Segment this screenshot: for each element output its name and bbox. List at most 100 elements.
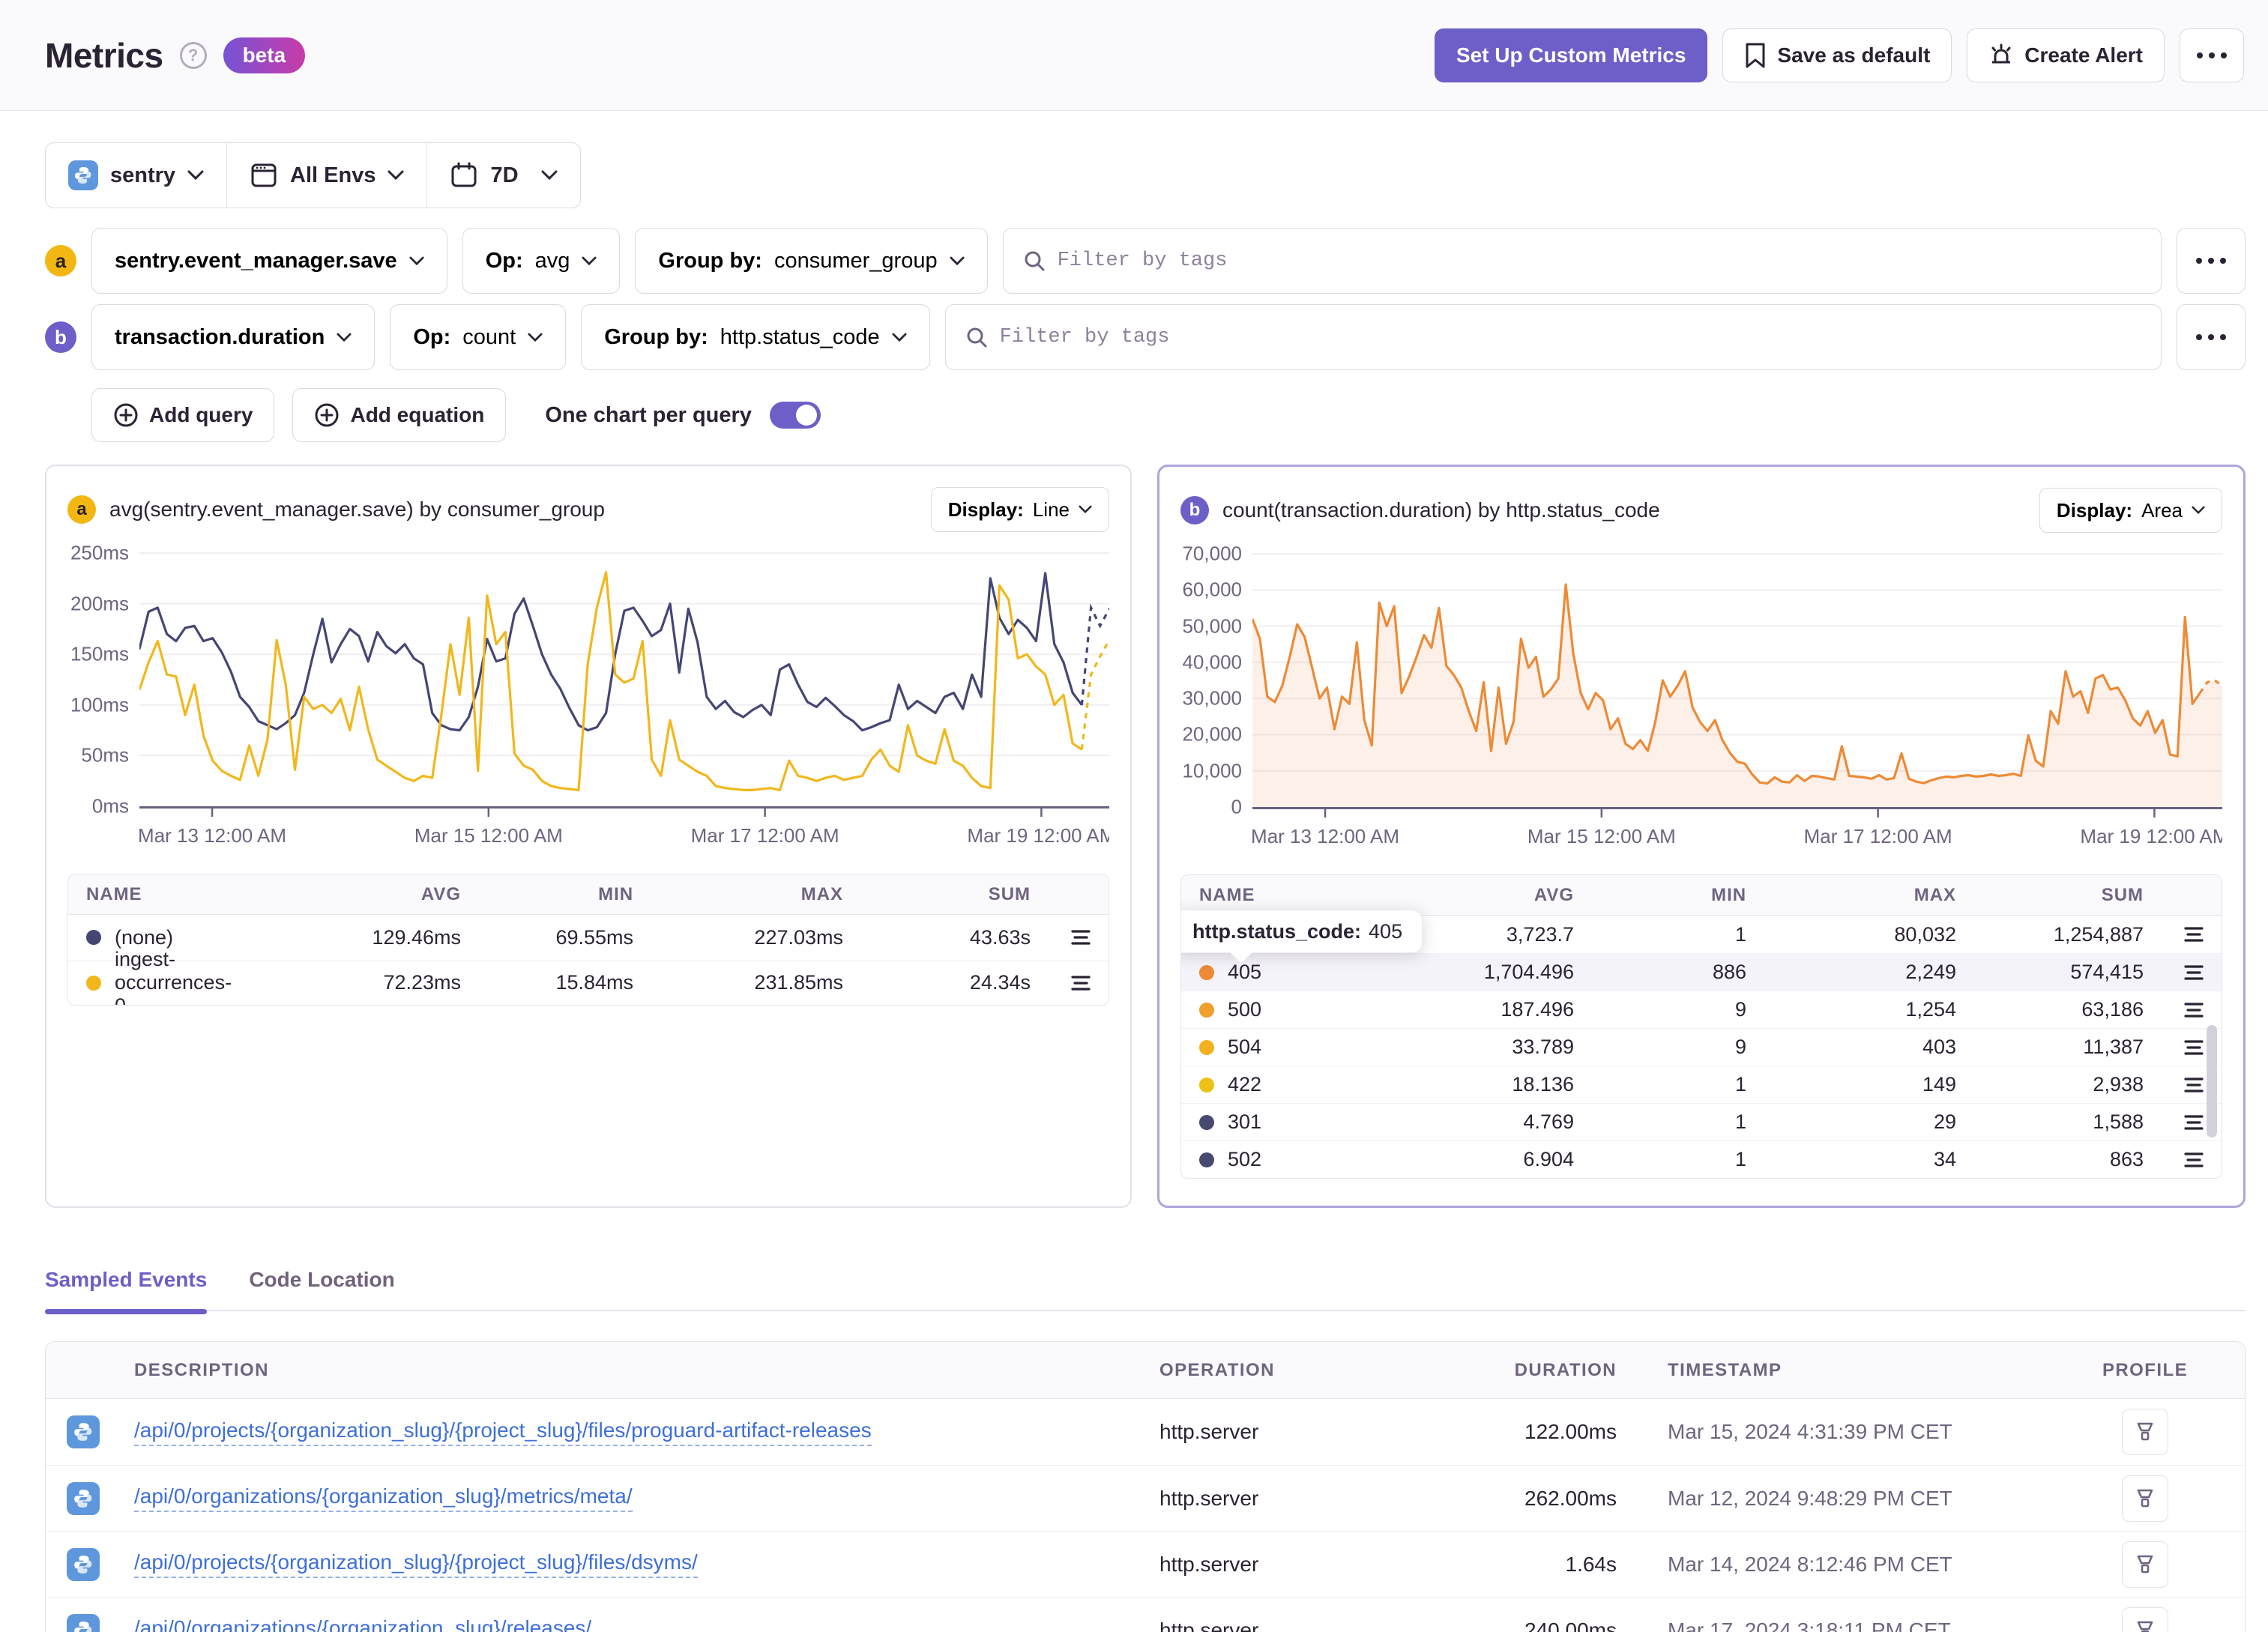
series-row[interactable]: 422 18.136 1 149 2,938 [1181, 1066, 2222, 1103]
series-row[interactable]: 504 33.789 9 403 11,387 [1181, 1028, 2222, 1066]
profile-button[interactable] [2122, 1409, 2168, 1455]
add-query-button[interactable]: Add query [91, 388, 275, 442]
query-more-button-a[interactable] [2177, 228, 2246, 294]
plus-circle-icon [114, 403, 138, 427]
event-operation: http.server [1159, 1486, 1259, 1510]
op-select-a[interactable]: Op: avg [462, 228, 621, 294]
series-menu-icon[interactable] [2184, 1152, 2204, 1168]
python-platform-icon [67, 1481, 100, 1515]
add-equation-button[interactable]: Add equation [292, 388, 507, 442]
col-header-name: NAME [86, 883, 142, 904]
groupby-label: Group by: [604, 324, 708, 349]
groupby-label: Group by: [658, 248, 762, 273]
display-type-select[interactable]: Display: Line [930, 487, 1109, 532]
create-alert-button[interactable]: Create Alert [1967, 28, 2165, 82]
display-type-select[interactable]: Display: Area [2039, 488, 2222, 533]
series-avg: 72.23ms [383, 971, 461, 994]
table-scrollbar[interactable] [2207, 1025, 2217, 1137]
series-avg: 129.46ms [372, 925, 461, 949]
chart-canvas[interactable] [139, 545, 1109, 817]
series-menu-icon[interactable] [2184, 926, 2204, 943]
add-equation-label: Add equation [350, 403, 485, 426]
one-chart-per-query-toggle[interactable] [769, 402, 821, 429]
project-selector[interactable]: sentry [46, 143, 226, 208]
x-axis-tick: Mar 13 12:00 AM [1252, 825, 1400, 847]
search-icon [967, 327, 987, 348]
series-max: 80,032 [1894, 922, 1956, 946]
series-menu-icon[interactable] [1071, 929, 1091, 946]
chart-canvas[interactable] [1252, 546, 2222, 817]
tooltip-value: 405 [1369, 919, 1403, 943]
date-range-selector[interactable]: 7D [426, 143, 579, 208]
profile-button[interactable] [2122, 1607, 2168, 1632]
setup-custom-metrics-button[interactable]: Set Up Custom Metrics [1434, 28, 1708, 82]
series-row[interactable]: 502 6.904 1 34 863 [1181, 1140, 2222, 1178]
search-icon [1025, 251, 1045, 271]
groupby-select-b[interactable]: Group by: http.status_code [581, 304, 930, 370]
event-description-link[interactable]: /api/0/organizations/{organization_slug}… [134, 1616, 591, 1632]
series-row[interactable]: ingest-occurrences-0 72.23ms 15.84ms 231.85… [68, 948, 1109, 1005]
series-max: 227.03ms [754, 925, 843, 949]
tag-filter-input-a[interactable] [1057, 250, 2141, 272]
tab-code-location[interactable]: Code Location [249, 1268, 394, 1292]
groupby-select-a[interactable]: Group by: consumer_group [635, 228, 988, 294]
page-header: Metrics ? beta Set Up Custom Metrics Sav… [0, 0, 2268, 111]
col-header-profile: PROFILE [2102, 1359, 2189, 1380]
series-menu-icon[interactable] [1071, 975, 1091, 991]
profile-button[interactable] [2122, 1541, 2168, 1588]
tab-sampled-events[interactable]: Sampled Events [45, 1268, 208, 1314]
beta-badge: beta [223, 37, 306, 73]
series-row[interactable]: 301 4.769 1 29 1,588 [1181, 1103, 2222, 1140]
chart-title: count(transaction.duration) by http.stat… [1222, 498, 1660, 522]
display-value: Area [2141, 498, 2183, 522]
series-summary-table: NAME AVG MIN MAX SUM 3,723.7 1 80,032 1,254,887 4… [1180, 874, 2222, 1179]
series-row[interactable]: 500 187.496 9 1,254 63,186 [1181, 991, 2222, 1028]
x-axis-tick: Mar 15 12:00 AM [414, 824, 563, 847]
area-fill-405 [1252, 584, 2222, 807]
series-color-dot [86, 975, 101, 991]
series-avg: 1,704.496 [1483, 961, 1574, 983]
op-select-b[interactable]: Op: count [390, 304, 567, 370]
series-menu-icon[interactable] [2184, 1114, 2204, 1131]
col-header-operation: OPERATION [1159, 1359, 1275, 1380]
environment-selector[interactable]: All Envs [226, 143, 426, 208]
help-icon[interactable]: ? [179, 41, 207, 69]
bottom-tabs: Sampled Events Code Location [45, 1268, 2246, 1314]
header-more-button[interactable] [2180, 28, 2244, 82]
query-actions: Add query Add equation One chart per que… [91, 388, 2246, 442]
event-duration: 122.00ms [1524, 1420, 1617, 1443]
one-chart-per-query-label: One chart per query [545, 402, 752, 427]
event-description-link[interactable]: /api/0/projects/{organization_slug}/{pro… [134, 1550, 698, 1578]
series-avg: 187.496 [1501, 998, 1574, 1021]
series-sum: 863 [2109, 1148, 2144, 1170]
profile-icon [2137, 1422, 2153, 1441]
sampled-events-table: DESCRIPTION OPERATION DURATION TIMESTAMP… [45, 1341, 2246, 1632]
series-row[interactable]: 405 1,704.496 886 2,249 574,415 [1181, 953, 2222, 991]
series-menu-icon[interactable] [2184, 1002, 2204, 1018]
event-description-link[interactable]: /api/0/organizations/{organization_slug}… [134, 1484, 633, 1512]
python-platform-icon [67, 1613, 100, 1632]
metric-select-a[interactable]: sentry.event_manager.save [91, 228, 447, 294]
series-menu-icon[interactable] [2184, 964, 2204, 981]
query-badge-b: b [45, 321, 76, 353]
chart-plot-area: 70,000 60,000 50,000 40,000 30,000 20,000 10,0… [1180, 543, 2222, 818]
series-line-tail [1080, 639, 1109, 750]
chevron-down-icon [582, 256, 597, 265]
series-sum: 11,387 [2083, 1036, 2144, 1058]
series-max: 403 [1922, 1036, 1956, 1058]
y-axis-tick: 60,000 [1182, 578, 1242, 601]
metric-select-b[interactable]: transaction.duration [91, 304, 376, 370]
page-title: Metrics [45, 35, 163, 75]
series-name: (none) [115, 925, 174, 949]
tag-filter-a [1002, 228, 2162, 294]
chart-title: avg(sentry.event_manager.save) by consum… [109, 498, 605, 521]
profile-button[interactable] [2122, 1475, 2168, 1522]
profile-icon [2137, 1489, 2153, 1507]
series-sum: 574,415 [2070, 961, 2144, 983]
series-menu-icon[interactable] [2184, 1077, 2204, 1093]
tag-filter-input-b[interactable] [999, 326, 2141, 348]
save-as-default-button[interactable]: Save as default [1722, 28, 1952, 82]
series-menu-icon[interactable] [2184, 1039, 2204, 1056]
event-description-link[interactable]: /api/0/projects/{organization_slug}/{pro… [134, 1418, 872, 1446]
query-more-button-b[interactable] [2177, 304, 2246, 370]
